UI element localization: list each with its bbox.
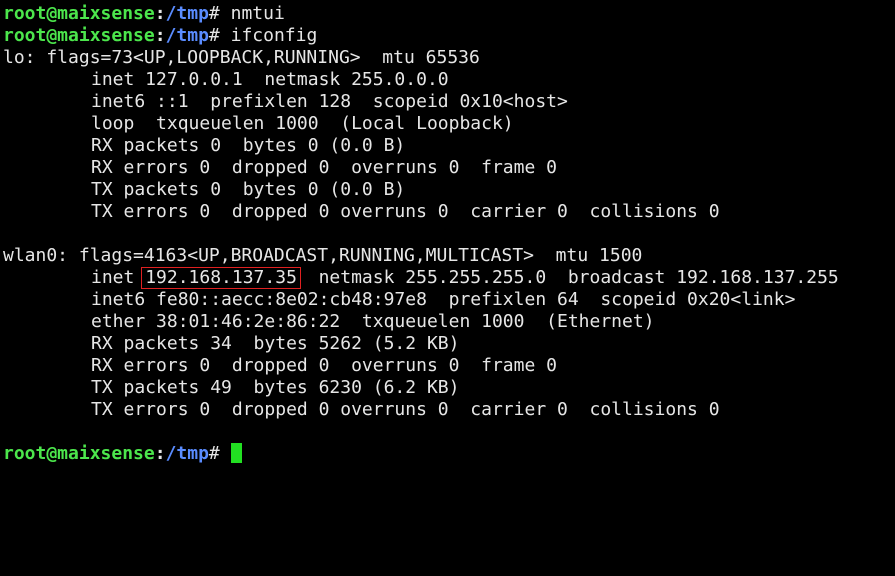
output-line: ether 38:01:46:2e:86:22 txqueuelen 1000 … — [91, 311, 655, 332]
prompt-path: /tmp — [165, 443, 209, 464]
prompt-symbol: # — [208, 3, 231, 24]
output-line: RX packets 0 bytes 0 (0.0 B) — [91, 135, 406, 156]
interface-header-wlan0: wlan0: flags=4163<UP,BROADCAST,RUNNING,M… — [3, 245, 643, 266]
active-prompt-line[interactable]: root@maixsense:/tmp# — [3, 443, 895, 465]
output-line: TX errors 0 dropped 0 overruns 0 carrier… — [91, 201, 720, 222]
prompt-separator: : — [154, 443, 166, 464]
prompt-path: /tmp — [165, 3, 209, 24]
output-line: TX packets 0 bytes 0 (0.0 B) — [91, 179, 406, 200]
output-line: RX errors 0 dropped 0 overruns 0 frame 0 — [91, 157, 557, 178]
prompt-separator: : — [154, 25, 166, 46]
output-line: loop txqueuelen 1000 (Local Loopback) — [91, 113, 514, 134]
inet-suffix: netmask 255.255.255.0 broadcast 192.168.… — [296, 267, 839, 288]
prompt-symbol: # — [208, 25, 231, 46]
command-text: nmtui — [230, 3, 285, 24]
output-line: inet6 ::1 prefixlen 128 scopeid 0x10<hos… — [91, 91, 568, 112]
prompt-user-host: root@maixsense — [3, 443, 155, 464]
prompt-user-host: root@maixsense — [3, 25, 155, 46]
inet-line-wlan0: inet 192.168.137.35 netmask 255.255.255.… — [3, 267, 895, 289]
output-line: RX packets 34 bytes 5262 (5.2 KB) — [91, 333, 460, 354]
prompt-separator: : — [154, 3, 166, 24]
interface-header-lo: lo: flags=73<UP,LOOPBACK,RUNNING> mtu 65… — [3, 47, 480, 68]
prompt-symbol: # — [208, 443, 231, 464]
command-text: ifconfig — [230, 25, 318, 46]
inet-prefix: inet — [91, 267, 146, 288]
output-line: inet6 fe80::aecc:8e02:cb48:97e8 prefixle… — [91, 289, 796, 310]
output-line: TX errors 0 dropped 0 overruns 0 carrier… — [91, 399, 720, 420]
prompt-line: root@maixsense:/tmp# nmtui — [3, 3, 895, 25]
output-line: inet 127.0.0.1 netmask 255.0.0.0 — [91, 69, 449, 90]
output-line: RX errors 0 dropped 0 overruns 0 frame 0 — [91, 355, 557, 376]
prompt-path: /tmp — [165, 25, 209, 46]
highlighted-ip-address: 192.168.137.35 — [141, 267, 301, 289]
prompt-user-host: root@maixsense — [3, 3, 155, 24]
terminal-window[interactable]: root@maixsense:/tmp# nmtui root@maixsens… — [0, 0, 895, 576]
output-line: TX packets 49 bytes 6230 (6.2 KB) — [91, 377, 460, 398]
prompt-line: root@maixsense:/tmp# ifconfig — [3, 25, 895, 47]
terminal-cursor[interactable] — [230, 443, 242, 463]
